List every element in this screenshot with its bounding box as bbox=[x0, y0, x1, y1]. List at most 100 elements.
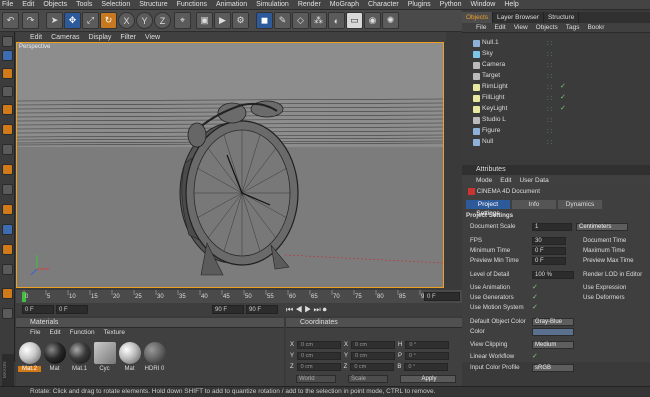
object-row[interactable]: Figure: : bbox=[462, 126, 650, 137]
attributes-menu-edit[interactable]: Edit bbox=[500, 177, 511, 184]
floor-icon[interactable]: ▭ bbox=[346, 12, 363, 29]
coord-size-dropdown[interactable]: Scale bbox=[348, 375, 388, 383]
fps-field[interactable]: 30 bbox=[532, 237, 566, 245]
coord-field[interactable]: 0 cm bbox=[351, 340, 396, 349]
coord-field[interactable]: 0 ° bbox=[405, 340, 450, 349]
default-color-dropdown[interactable]: Gray-Blue bbox=[532, 318, 574, 326]
light-icon[interactable]: ✺ bbox=[382, 12, 399, 29]
menu-simulation[interactable]: Simulation bbox=[256, 1, 289, 8]
object-row[interactable]: Studio L: : bbox=[462, 115, 650, 126]
material-swatch[interactable]: Mat bbox=[43, 342, 66, 372]
current-frame-field[interactable]: 0 F bbox=[56, 305, 88, 314]
menu-plugins[interactable]: Plugins bbox=[408, 1, 431, 8]
view-clipping-dropdown[interactable]: Medium bbox=[532, 341, 574, 349]
use-motion-checkbox[interactable]: ✓ bbox=[532, 304, 538, 312]
timeline-end-frame[interactable]: 0 F bbox=[424, 292, 460, 301]
menu-objects[interactable]: Objects bbox=[43, 1, 67, 8]
visibility-dots[interactable]: : : bbox=[547, 50, 552, 60]
object-row[interactable]: KeyLight: : ✓ bbox=[462, 104, 650, 115]
tool-icon[interactable] bbox=[2, 264, 13, 275]
visibility-dots[interactable]: : : bbox=[547, 94, 552, 104]
input-profile-dropdown[interactable]: sRGB bbox=[532, 364, 574, 372]
coord-field[interactable]: 0 ° bbox=[404, 362, 449, 371]
cube-icon[interactable]: ◼ bbox=[256, 12, 273, 29]
tool-icon[interactable] bbox=[2, 288, 13, 299]
visibility-dots[interactable]: : : bbox=[547, 127, 552, 137]
tool-icon[interactable] bbox=[2, 68, 13, 79]
tool-icon[interactable] bbox=[2, 204, 13, 215]
use-generators-checkbox[interactable]: ✓ bbox=[532, 294, 538, 302]
object-row[interactable]: Null: : bbox=[462, 137, 650, 148]
object-row[interactable]: FillLight: : ✓ bbox=[462, 93, 650, 104]
end-frame-field[interactable]: 90 F bbox=[212, 305, 244, 314]
render-view-icon[interactable]: ▶ bbox=[214, 12, 231, 29]
menu-window[interactable]: Window bbox=[470, 1, 495, 8]
tab-info[interactable]: Info bbox=[512, 200, 556, 209]
materials-menu-texture[interactable]: Texture bbox=[104, 329, 125, 336]
apply-button[interactable]: Apply bbox=[400, 375, 456, 383]
attributes-menu-userdata[interactable]: User Data bbox=[519, 177, 548, 184]
objects-menu-view[interactable]: View bbox=[514, 24, 528, 31]
viewport-menu-cameras[interactable]: Cameras bbox=[51, 34, 79, 41]
tool-icon[interactable] bbox=[2, 144, 13, 155]
tool-icon[interactable] bbox=[2, 124, 13, 135]
menu-render[interactable]: Render bbox=[298, 1, 321, 8]
objects-menu-tags[interactable]: Tags bbox=[566, 24, 580, 31]
material-swatch[interactable]: Mat.2 bbox=[18, 342, 41, 372]
object-row[interactable]: Camera: : bbox=[462, 60, 650, 71]
x-axis-button[interactable]: X bbox=[118, 12, 135, 29]
objects-menu-file[interactable]: File bbox=[476, 24, 486, 31]
tool-icon[interactable] bbox=[2, 308, 13, 319]
menu-tools[interactable]: Tools bbox=[76, 1, 92, 8]
visibility-dots[interactable]: : : bbox=[547, 72, 552, 82]
menu-structure[interactable]: Structure bbox=[139, 1, 167, 8]
tab-layer-browser[interactable]: Layer Browser bbox=[493, 12, 544, 23]
attributes-menu-mode[interactable]: Mode bbox=[476, 177, 492, 184]
viewport-menu-filter[interactable]: Filter bbox=[120, 34, 136, 41]
menu-character[interactable]: Character bbox=[368, 1, 399, 8]
coord-field[interactable]: 0 cm bbox=[296, 362, 341, 371]
visibility-dots[interactable]: : : bbox=[547, 39, 552, 49]
doc-scale-field[interactable]: 1 bbox=[532, 223, 572, 231]
tool-icon[interactable] bbox=[2, 86, 13, 97]
color-swatch[interactable] bbox=[532, 328, 574, 336]
use-animation-checkbox[interactable]: ✓ bbox=[532, 284, 538, 292]
y-axis-button[interactable]: Y bbox=[136, 12, 153, 29]
redo-icon[interactable]: ↷ bbox=[22, 12, 39, 29]
menu-mograph[interactable]: MoGraph bbox=[330, 1, 359, 8]
coord-field[interactable]: 0 cm bbox=[350, 362, 395, 371]
viewport-menu-edit[interactable]: Edit bbox=[30, 34, 42, 41]
tool-icon[interactable] bbox=[2, 244, 13, 255]
start-frame-field[interactable]: 0 F bbox=[22, 305, 54, 314]
coordinate-system-icon[interactable]: ⌖ bbox=[174, 12, 191, 29]
move-icon[interactable]: ✥ bbox=[64, 12, 81, 29]
objects-menu-edit[interactable]: Edit bbox=[494, 24, 505, 31]
materials-menu-function[interactable]: Function bbox=[70, 329, 95, 336]
coord-field[interactable]: 0 ° bbox=[405, 351, 450, 360]
lod-field[interactable]: 100 % bbox=[532, 271, 574, 279]
material-swatch[interactable]: Cyc bbox=[93, 342, 116, 372]
visibility-dots[interactable]: : : bbox=[547, 138, 552, 148]
undo-icon[interactable]: ↶ bbox=[2, 12, 19, 29]
enabled-check[interactable]: ✓ bbox=[560, 82, 566, 92]
viewport-menu-display[interactable]: Display bbox=[88, 34, 111, 41]
tool-icon[interactable] bbox=[2, 224, 13, 235]
preview-min-field[interactable]: 0 F bbox=[532, 257, 566, 265]
material-swatch[interactable]: Mat.1 bbox=[68, 342, 91, 372]
max-frame-field[interactable]: 90 F bbox=[246, 305, 278, 314]
render-region-icon[interactable]: ▣ bbox=[196, 12, 213, 29]
tool-icon[interactable] bbox=[2, 50, 13, 61]
rotate-icon[interactable]: ↻ bbox=[100, 12, 117, 29]
transport-buttons[interactable]: ⏮◀▶⏭⏺ bbox=[286, 305, 329, 315]
visibility-dots[interactable]: : : bbox=[547, 116, 552, 126]
tab-dynamics[interactable]: Dynamics bbox=[558, 200, 602, 209]
objects-menu-bookmarks[interactable]: Bookr bbox=[587, 24, 604, 31]
deformer-icon[interactable]: ◐ bbox=[328, 12, 345, 29]
viewport[interactable]: Perspective bbox=[16, 42, 444, 288]
render-settings-icon[interactable]: ⚙ bbox=[232, 12, 249, 29]
coord-mode-dropdown[interactable]: World bbox=[296, 375, 336, 383]
object-row[interactable]: Target: : bbox=[462, 71, 650, 82]
materials-menu-file[interactable]: File bbox=[30, 329, 40, 336]
tool-icon[interactable] bbox=[2, 164, 13, 175]
menu-edit[interactable]: Edit bbox=[22, 1, 34, 8]
